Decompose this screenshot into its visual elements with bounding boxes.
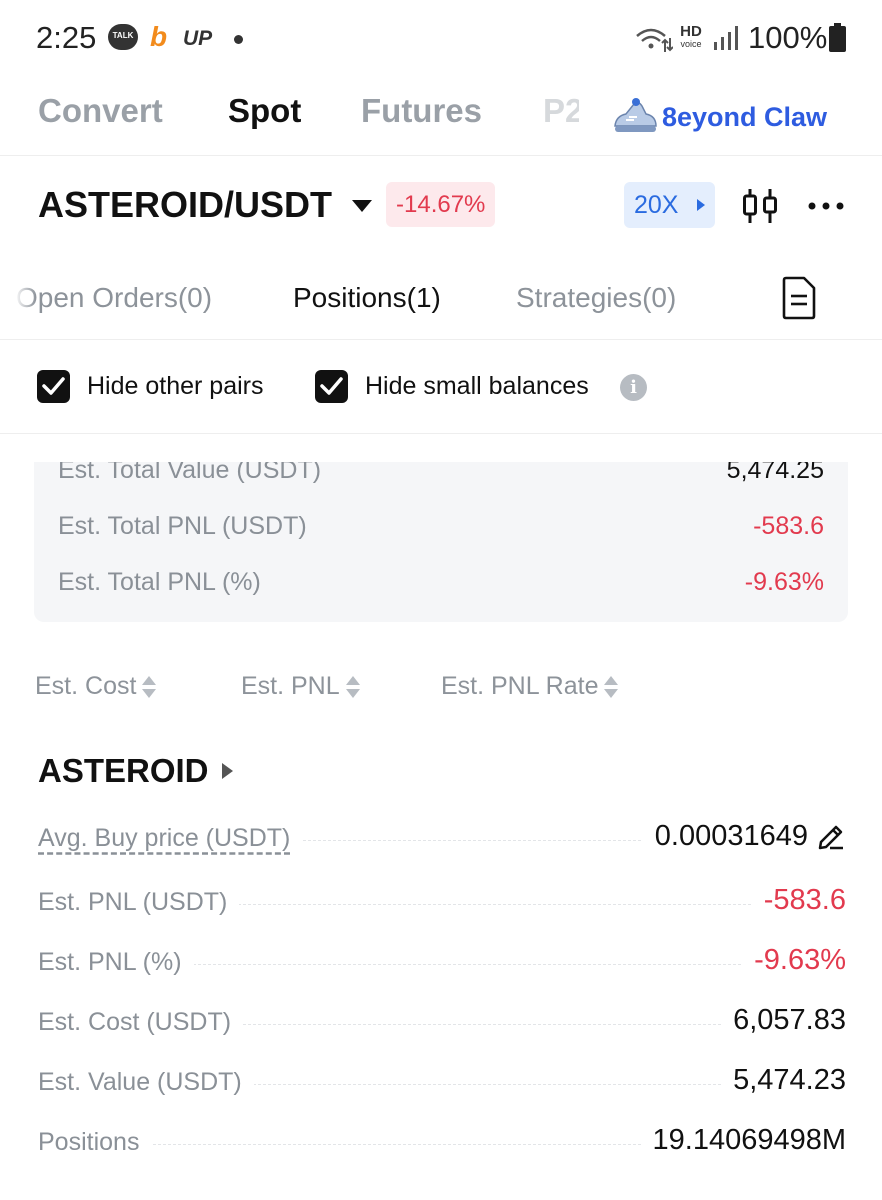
sort-est-pnl[interactable]: Est. PNL (241, 672, 360, 701)
hide-small-balances-checkbox[interactable] (315, 370, 348, 403)
battery-icon (829, 23, 846, 52)
summary-value: 5,474.25 (726, 462, 824, 484)
promo-banner[interactable]: 8eyond Claw (608, 94, 828, 140)
detail-label: Est. Cost (USDT) (38, 1008, 244, 1037)
sort-arrows-icon (604, 674, 619, 700)
detail-row-avg-buy: Avg. Buy price (USDT) 0.00031649 (38, 820, 846, 860)
hide-other-pairs-label[interactable]: Hide other pairs (87, 372, 263, 401)
orders-tab-bar: Open Orders(0) Positions(1) Strategies(0… (0, 258, 882, 340)
status-time: 2:25 (36, 20, 97, 55)
battery-percent: 100% (748, 20, 828, 55)
tab-fade (0, 270, 36, 330)
document-icon[interactable] (780, 276, 818, 320)
filter-bar: Hide other pairs Hide small balances i (0, 342, 882, 434)
sort-arrows-icon (345, 674, 360, 700)
hd-voice-icon: HD voice (676, 24, 706, 49)
tab-positions[interactable]: Positions(1) (293, 282, 441, 314)
sort-arrows-icon (142, 674, 157, 700)
checkmark-icon (42, 377, 65, 395)
summary-label: Est. Total PNL (USDT) (58, 512, 307, 540)
caret-down-icon[interactable] (352, 200, 372, 212)
detail-value: 6,057.83 (721, 1004, 846, 1037)
hide-other-pairs-checkbox[interactable] (37, 370, 70, 403)
detail-label: Est. Value (USDT) (38, 1068, 254, 1097)
summary-label: Est. Total PNL (%) (58, 568, 261, 596)
sort-label: Est. Cost (35, 672, 137, 700)
leverage-label: 20X (634, 191, 679, 219)
talk-icon: TALK (108, 24, 138, 50)
notification-dot-icon (234, 35, 243, 44)
detail-row-value: Est. Value (USDT) 5,474.23 (38, 1064, 846, 1104)
tab-open-orders[interactable]: Open Orders(0) (16, 282, 212, 314)
tab-p2p[interactable]: P2 (543, 92, 579, 130)
play-arrow-icon (697, 199, 705, 211)
detail-label: Est. PNL (USDT) (38, 888, 240, 917)
detail-value: 0.00031649 (642, 820, 846, 853)
price-change-badge: -14.67% (386, 182, 496, 227)
detail-value: -9.63% (742, 944, 846, 977)
status-bar: 2:25 TALK b UP HD voice 100% (0, 0, 882, 76)
avg-buy-value: 0.00031649 (654, 820, 808, 852)
b-app-icon: b (150, 21, 168, 52)
detail-row-pnl: Est. PNL (USDT) -583.6 (38, 884, 846, 924)
summary-label: Est. Total Value (USDT) (58, 462, 322, 484)
summary-row-total-pnl-pct: Est. Total PNL (%) -9.63% (34, 568, 848, 608)
detail-value: 5,474.23 (721, 1064, 846, 1097)
summary-card: Est. Total Value (USDT) 5,474.25 Est. To… (34, 462, 848, 622)
detail-label: Est. PNL (%) (38, 948, 194, 977)
detail-label[interactable]: Avg. Buy price (USDT) (38, 824, 303, 853)
leverage-button[interactable]: 20X (624, 182, 715, 228)
checkmark-icon (320, 377, 343, 395)
tab-futures[interactable]: Futures (361, 92, 482, 130)
candlestick-chart-icon[interactable] (740, 186, 780, 226)
detail-label: Positions (38, 1128, 152, 1157)
sort-label: Est. PNL Rate (441, 672, 599, 700)
sort-est-pnl-rate[interactable]: Est. PNL Rate (441, 672, 619, 701)
voice-label: voice (680, 39, 702, 49)
info-icon[interactable]: i (620, 374, 647, 401)
tab-convert[interactable]: Convert (38, 92, 163, 130)
play-arrow-icon[interactable] (222, 763, 233, 779)
edit-pencil-icon[interactable] (816, 822, 846, 852)
hd-label: HD (680, 23, 702, 40)
detail-row-positions: Positions 19.14069498M (38, 1124, 846, 1164)
summary-value: -583.6 (753, 512, 824, 540)
wifi-icon (636, 28, 673, 52)
tab-strategies[interactable]: Strategies(0) (516, 282, 676, 314)
more-options-icon[interactable] (806, 186, 846, 226)
detail-value: 19.14069498M (640, 1124, 846, 1157)
summary-value: -9.63% (744, 568, 824, 596)
top-tab-bar: Convert Spot Futures P2 8eyond Claw (0, 80, 882, 156)
sort-est-cost[interactable]: Est. Cost (35, 672, 157, 701)
promo-label: 8eyond Claw (662, 101, 828, 132)
detail-row-pnl-pct: Est. PNL (%) -9.63% (38, 944, 846, 984)
sneaker-icon (614, 98, 657, 132)
sort-header: Est. Cost Est. PNL Est. PNL Rate (0, 668, 882, 708)
asset-name[interactable]: ASTEROID (38, 752, 209, 790)
summary-row-total-pnl: Est. Total PNL (USDT) -583.6 (34, 512, 848, 552)
detail-row-cost: Est. Cost (USDT) 6,057.83 (38, 1004, 846, 1044)
pair-selector[interactable]: ASTEROID/USDT (38, 184, 332, 226)
tab-spot[interactable]: Spot (228, 92, 301, 130)
pair-header: ASTEROID/USDT -14.67% 20X (0, 158, 882, 254)
detail-value: -583.6 (751, 884, 846, 917)
up-app-icon: UP (183, 27, 213, 50)
sort-label: Est. PNL (241, 672, 340, 700)
signal-icon (714, 26, 738, 50)
summary-row-total-value: Est. Total Value (USDT) 5,474.25 (34, 462, 848, 496)
hide-small-balances-label[interactable]: Hide small balances (365, 372, 589, 401)
